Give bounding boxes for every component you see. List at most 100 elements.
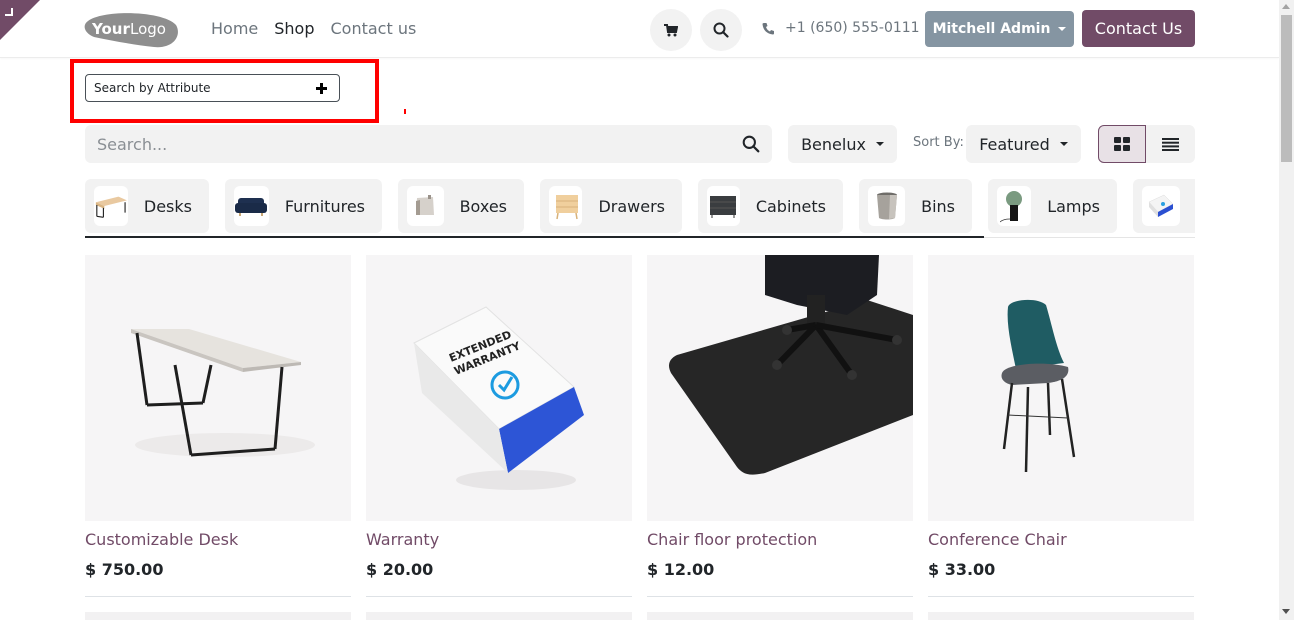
product-image[interactable]: EXTENDED WARRANTY: [366, 255, 632, 521]
category-label: Cabinets: [755, 196, 826, 216]
cabinet-thumbnail: [707, 186, 740, 226]
category-bins[interactable]: Bins: [859, 179, 972, 233]
search-by-attribute-button[interactable]: Search by Attribute: [85, 74, 340, 102]
pricelist-value: Benelux: [801, 134, 866, 154]
list-icon: [1161, 137, 1179, 151]
product-card[interactable]: Conference Chair $ 33.00: [928, 255, 1194, 620]
product-price: $ 750.00: [85, 560, 164, 579]
list-view-button[interactable]: [1146, 125, 1194, 163]
desk-image-icon: [131, 329, 315, 457]
category-label: Furnitures: [284, 196, 365, 216]
phone-icon: [762, 22, 774, 34]
category-drawers[interactable]: Drawers: [540, 179, 682, 233]
product-image[interactable]: [85, 255, 351, 521]
chair-mat-image-icon: [669, 255, 913, 475]
service-thumbnail: [1142, 186, 1180, 226]
annotation-mark: [404, 109, 406, 114]
category-label: Lamps: [1047, 196, 1100, 216]
sort-by-label: Sort By:: [913, 135, 964, 150]
drawer-icon: [555, 195, 578, 220]
product-grid: Customizable Desk $ 750.00 EXTENDED WARR…: [85, 255, 1195, 620]
category-cabinets[interactable]: Cabinets: [698, 179, 843, 233]
phone-contact[interactable]: +1 (650) 555-0111: [762, 20, 920, 36]
product-card[interactable]: Chair floor protection $ 12.00: [647, 255, 913, 620]
drawer-thumbnail: [549, 186, 583, 226]
cart-button[interactable]: [650, 9, 692, 51]
page-scrollbar[interactable]: [1279, 0, 1294, 620]
card-divider: [85, 596, 351, 597]
nav-shop[interactable]: Shop: [274, 19, 314, 38]
category-boxes[interactable]: Boxes: [398, 179, 524, 233]
contact-us-button[interactable]: Contact Us: [1082, 10, 1195, 47]
product-image[interactable]: [928, 255, 1194, 521]
user-menu-button[interactable]: Mitchell Admin: [925, 11, 1074, 47]
card-divider: [928, 596, 1194, 597]
category-label: Bins: [921, 196, 955, 216]
category-label: Boxes: [459, 196, 507, 216]
desk-icon: [95, 196, 127, 218]
product-card[interactable]: Customizable Desk $ 750.00: [85, 255, 351, 620]
product-name[interactable]: Customizable Desk: [85, 530, 351, 552]
next-row-image: [85, 612, 351, 620]
product-price: $ 33.00: [928, 560, 996, 579]
product-search-input[interactable]: [97, 134, 697, 154]
plus-icon: [316, 82, 327, 94]
product-price: $ 20.00: [366, 560, 434, 579]
caret-down-icon: [875, 142, 884, 146]
cart-icon: [664, 23, 678, 36]
sofa-thumbnail: [234, 186, 269, 226]
logo-text-bold: Your: [91, 20, 130, 38]
pricelist-dropdown[interactable]: Benelux: [788, 125, 897, 163]
bin-icon: [876, 192, 897, 220]
cabinet-icon: [710, 196, 737, 218]
site-header: Your Logo Home Shop Contact us +1 (650) …: [0, 0, 1279, 58]
search-submit-icon[interactable]: [742, 135, 760, 153]
logo-text-light: Logo: [130, 20, 166, 38]
conference-chair-image-icon: [1001, 299, 1076, 473]
product-price: $ 12.00: [647, 560, 715, 579]
nav-contact-us[interactable]: Contact us: [331, 19, 417, 38]
header-search-button[interactable]: [700, 9, 742, 51]
warranty-box-icon: [1148, 194, 1174, 217]
category-furnitures[interactable]: Furnitures: [225, 179, 382, 233]
category-services[interactable]: [1133, 179, 1195, 233]
search-by-attribute-label: Search by Attribute: [94, 81, 211, 95]
lamp-thumbnail: [997, 186, 1032, 226]
scroll-up-arrow-icon[interactable]: [1282, 4, 1290, 9]
product-image[interactable]: [647, 255, 913, 521]
search-icon: [713, 22, 729, 38]
product-card[interactable]: EXTENDED WARRANTY Warranty $ 20.00: [366, 255, 632, 620]
product-search-bar: [85, 125, 772, 163]
product-name[interactable]: Conference Chair: [928, 530, 1194, 552]
lamp-icon: [1000, 191, 1023, 223]
category-scroll-track: [984, 237, 1195, 238]
phone-number: +1 (650) 555-0111: [785, 20, 920, 36]
nav-home[interactable]: Home: [211, 19, 258, 38]
card-divider: [366, 596, 632, 597]
grid-icon: [1114, 137, 1130, 151]
scrollbar-thumb[interactable]: [1281, 15, 1292, 162]
shop-page: Your Logo Home Shop Contact us +1 (650) …: [0, 0, 1294, 620]
bin-thumbnail: [868, 186, 906, 226]
category-carousel: Desks Furnitures Boxes Drawers Cabinets …: [85, 179, 1195, 234]
product-name[interactable]: Warranty: [366, 530, 632, 552]
logo-icon: Your Logo: [84, 13, 178, 48]
next-row-image: [366, 612, 632, 620]
scroll-down-arrow-icon[interactable]: [1282, 609, 1290, 614]
category-desks[interactable]: Desks: [85, 179, 209, 233]
category-lamps[interactable]: Lamps: [988, 179, 1117, 233]
site-logo[interactable]: Your Logo: [84, 11, 180, 49]
next-row-image: [928, 612, 1194, 620]
product-name[interactable]: Chair floor protection: [647, 530, 913, 552]
desk-thumbnail: [94, 186, 128, 226]
sort-value: Featured: [979, 134, 1050, 154]
box-thumbnail: [407, 186, 444, 226]
category-label: Drawers: [598, 196, 665, 216]
grid-view-button[interactable]: [1098, 125, 1146, 163]
category-label: Desks: [143, 196, 192, 216]
warranty-image-icon: EXTENDED WARRANTY: [413, 306, 584, 490]
main-nav: Home Shop Contact us: [211, 19, 416, 38]
caret-down-icon: [1058, 27, 1067, 31]
category-scroll-indicator: [85, 236, 984, 238]
sort-dropdown[interactable]: Featured: [966, 125, 1081, 163]
